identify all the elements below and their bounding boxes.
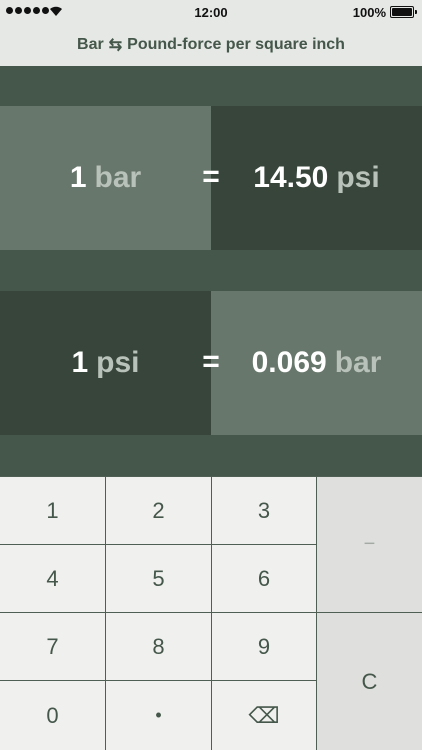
key-9[interactable]: 9 [212,613,316,680]
swap-icon[interactable]: ⇆ [109,35,122,55]
battery-percentage: 100% [352,5,386,20]
key-4[interactable]: 4 [0,545,105,612]
key-1[interactable]: 1 [0,477,105,544]
output-cell[interactable]: 0.069 bar [211,291,422,435]
from-unit-title: Bar [77,36,104,53]
output-value: 0.069 [251,346,327,379]
output-unit: bar [334,346,382,379]
input-unit: bar [94,161,142,194]
output-unit: psi [336,161,380,194]
backspace-icon: ⌫ [248,702,280,728]
input-value: 1 [69,161,87,194]
nav-title: Bar ⇆ Pound-force per square inch [0,24,422,66]
equals-sign: = [202,160,220,193]
conversion-row: 1 psi 0.069 bar = [0,291,422,435]
clear-key[interactable]: C [317,613,422,750]
conversion-row: 1 bar 14.50 psi = [0,106,422,250]
key-8[interactable]: 8 [106,613,211,680]
keypad: 1 2 3 − 4 5 6 7 8 9 C 0 • ⌫ [0,476,422,750]
key-5[interactable]: 5 [106,545,211,612]
output-value: 14.50 [253,161,329,194]
key-0[interactable]: 0 [0,681,105,750]
minus-key[interactable]: − [317,477,422,612]
to-unit-title: Pound-force per square inch [127,36,345,53]
input-cell[interactable]: 1 bar [0,106,211,250]
battery-icon [390,6,417,18]
key-7[interactable]: 7 [0,613,105,680]
input-cell[interactable]: 1 psi [0,291,211,435]
input-value: 1 [71,346,89,379]
key-3[interactable]: 3 [212,477,316,544]
key-6[interactable]: 6 [212,545,316,612]
output-cell[interactable]: 14.50 psi [211,106,422,250]
input-unit: psi [96,346,140,379]
key-2[interactable]: 2 [106,477,211,544]
backspace-key[interactable]: ⌫ [212,681,316,750]
status-bar: 12:00 100% [0,0,422,24]
decimal-point-key[interactable]: • [106,681,211,750]
equals-sign: = [202,345,220,378]
